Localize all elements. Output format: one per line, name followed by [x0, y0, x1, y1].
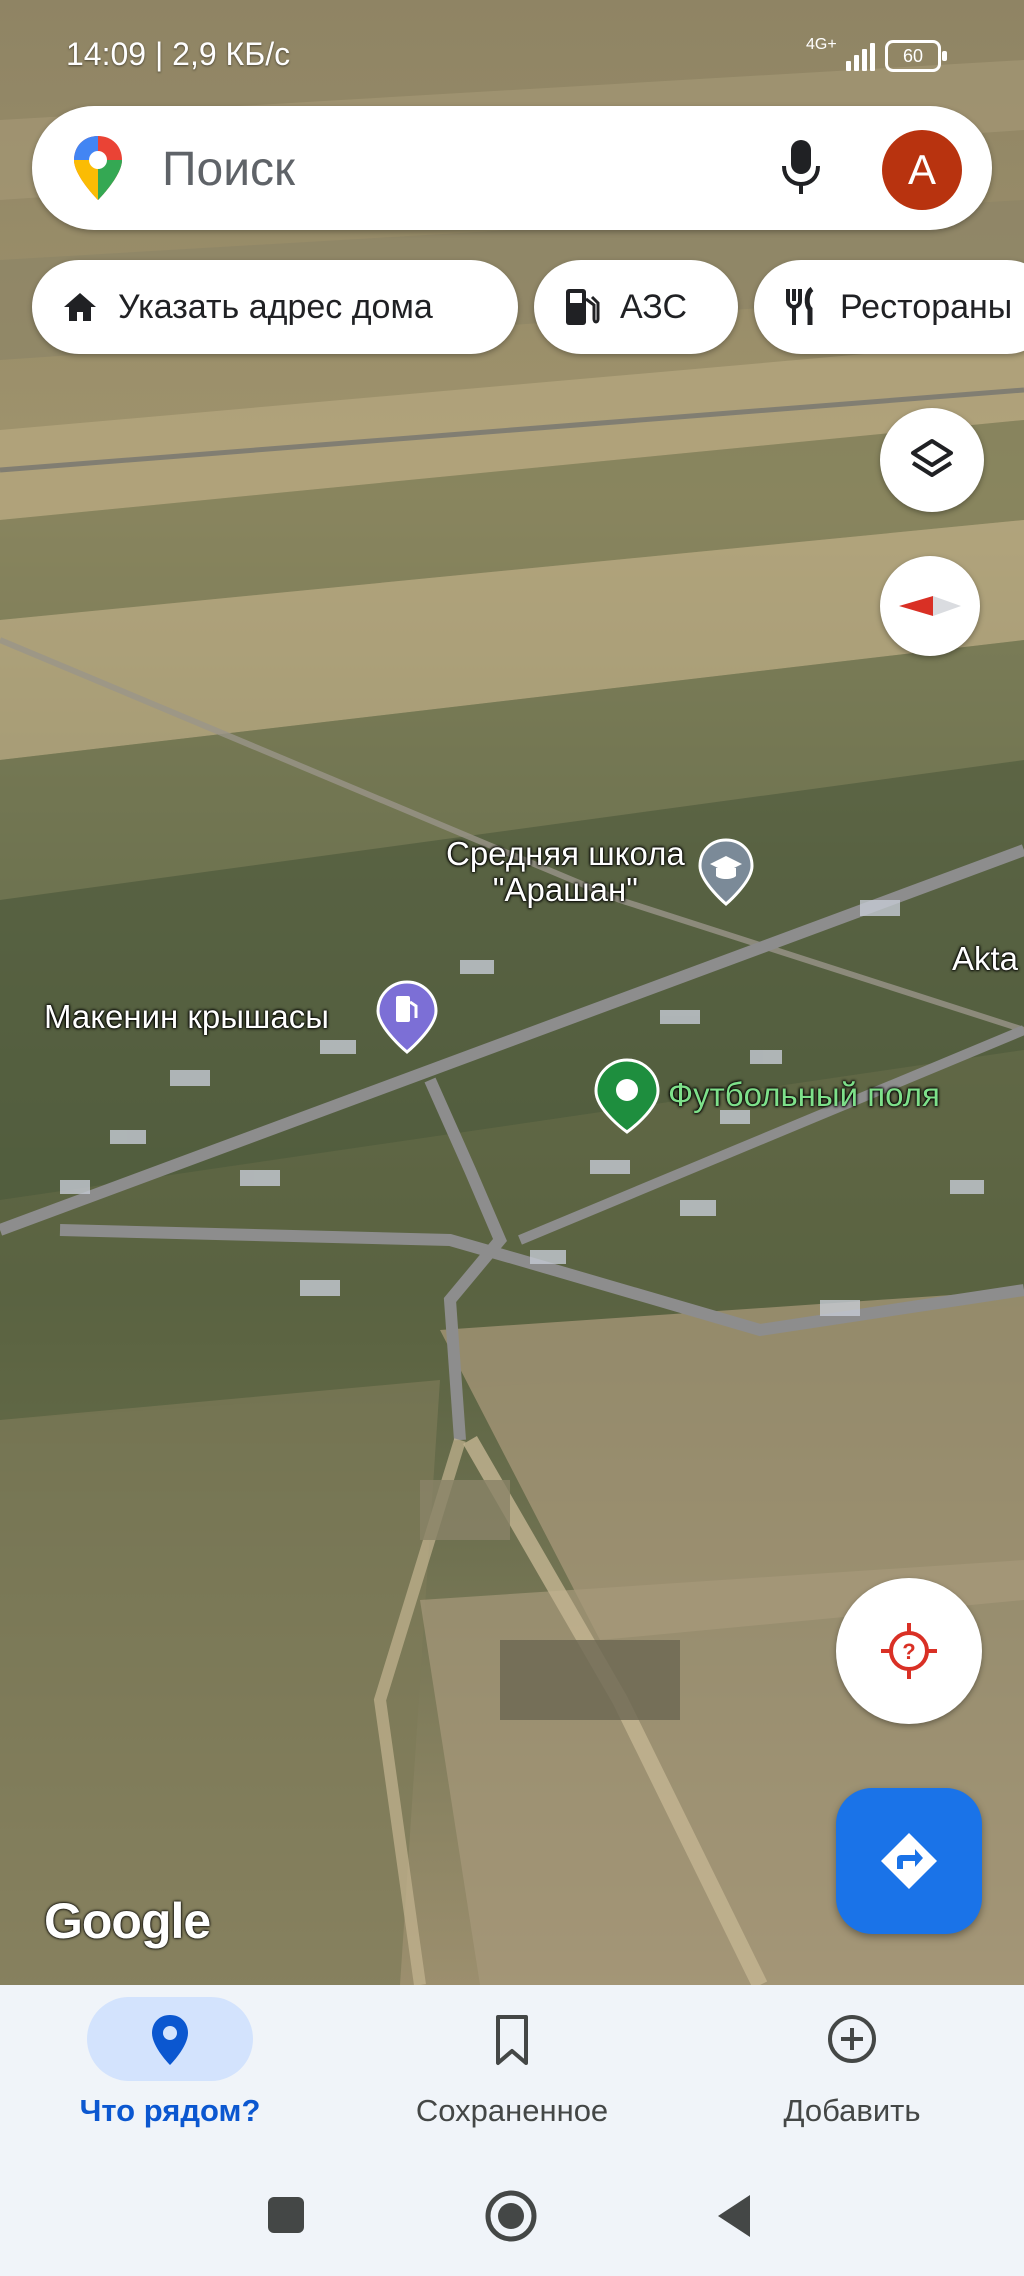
my-location-button[interactable]: ? — [836, 1578, 982, 1724]
network-type: 4G+ — [806, 36, 837, 53]
chip-label: Указать адрес дома — [118, 287, 433, 326]
restaurant-icon — [786, 286, 814, 325]
football-poi-marker[interactable] — [594, 1058, 660, 1139]
football-pin-icon — [594, 1058, 660, 1134]
search-bar[interactable]: Поиск A — [32, 106, 992, 230]
chip-label: АЗС — [620, 287, 688, 326]
chip-gas-station[interactable]: АЗС — [534, 260, 738, 354]
search-input[interactable]: Поиск — [162, 142, 295, 197]
chip-home-address[interactable]: Указать адрес дома — [32, 260, 518, 354]
chip-restaurants[interactable]: Рестораны — [754, 260, 1024, 354]
category-chips: Указать адрес дома АЗС Рестораны — [0, 260, 1024, 356]
school-pin-icon — [698, 838, 754, 906]
school-label: Средняя школа "Арашан" — [446, 836, 685, 908]
compass-button[interactable] — [880, 556, 980, 656]
chip-label: Рестораны — [840, 287, 1013, 326]
gas-station-icon — [566, 289, 600, 325]
bookmark-icon — [496, 2015, 528, 2065]
add-circle-icon — [828, 2015, 876, 2063]
microphone-icon[interactable] — [776, 136, 826, 200]
layers-button[interactable] — [880, 408, 984, 512]
home-icon — [64, 293, 96, 321]
nav-explore[interactable]: Что рядом? — [20, 1985, 320, 2165]
nav-saved-label: Сохраненное — [415, 2093, 609, 2128]
directions-icon — [881, 1833, 937, 1889]
home-button-icon[interactable] — [484, 2189, 538, 2243]
recent-apps-icon[interactable] — [266, 2195, 306, 2235]
google-maps-logo-icon — [74, 136, 122, 200]
battery-icon: 60 — [885, 40, 947, 72]
system-navigation-bar — [0, 2165, 1024, 2276]
signal-icon — [846, 41, 880, 71]
compass-icon — [899, 596, 961, 616]
layers-icon — [911, 439, 953, 477]
nav-add-label: Добавить — [783, 2093, 921, 2128]
bottom-navigation: Что рядом? Сохраненное Добавить — [0, 1985, 1024, 2165]
gas-label: Макенин крышасы — [44, 998, 329, 1035]
nav-saved[interactable]: Сохраненное — [362, 1985, 662, 2165]
location-unknown-icon: ? — [881, 1623, 937, 1679]
school-label-text: Средняя школа "Арашан" — [446, 835, 685, 908]
svg-text:?: ? — [902, 1639, 915, 1664]
nav-add[interactable]: Добавить — [702, 1985, 1002, 2165]
gas-station-pin-icon — [376, 980, 438, 1054]
gas-poi-marker[interactable] — [376, 980, 438, 1059]
explore-pin-icon — [152, 2015, 188, 2065]
school-poi-marker[interactable] — [698, 838, 754, 911]
avatar[interactable]: A — [882, 130, 962, 210]
back-button-icon[interactable] — [714, 2193, 754, 2239]
status-bar: 14:09 | 2,9 КБ/с 4G+ 60 — [0, 0, 1024, 110]
football-label: Футбольный поля — [668, 1076, 940, 1113]
google-attribution: Google — [44, 1893, 211, 1949]
status-time: 14:09 | 2,9 КБ/с — [66, 36, 291, 72]
directions-button[interactable] — [836, 1788, 982, 1934]
akta-label: Akta — [952, 940, 1019, 977]
nav-explore-label: Что рядом? — [79, 2093, 261, 2128]
